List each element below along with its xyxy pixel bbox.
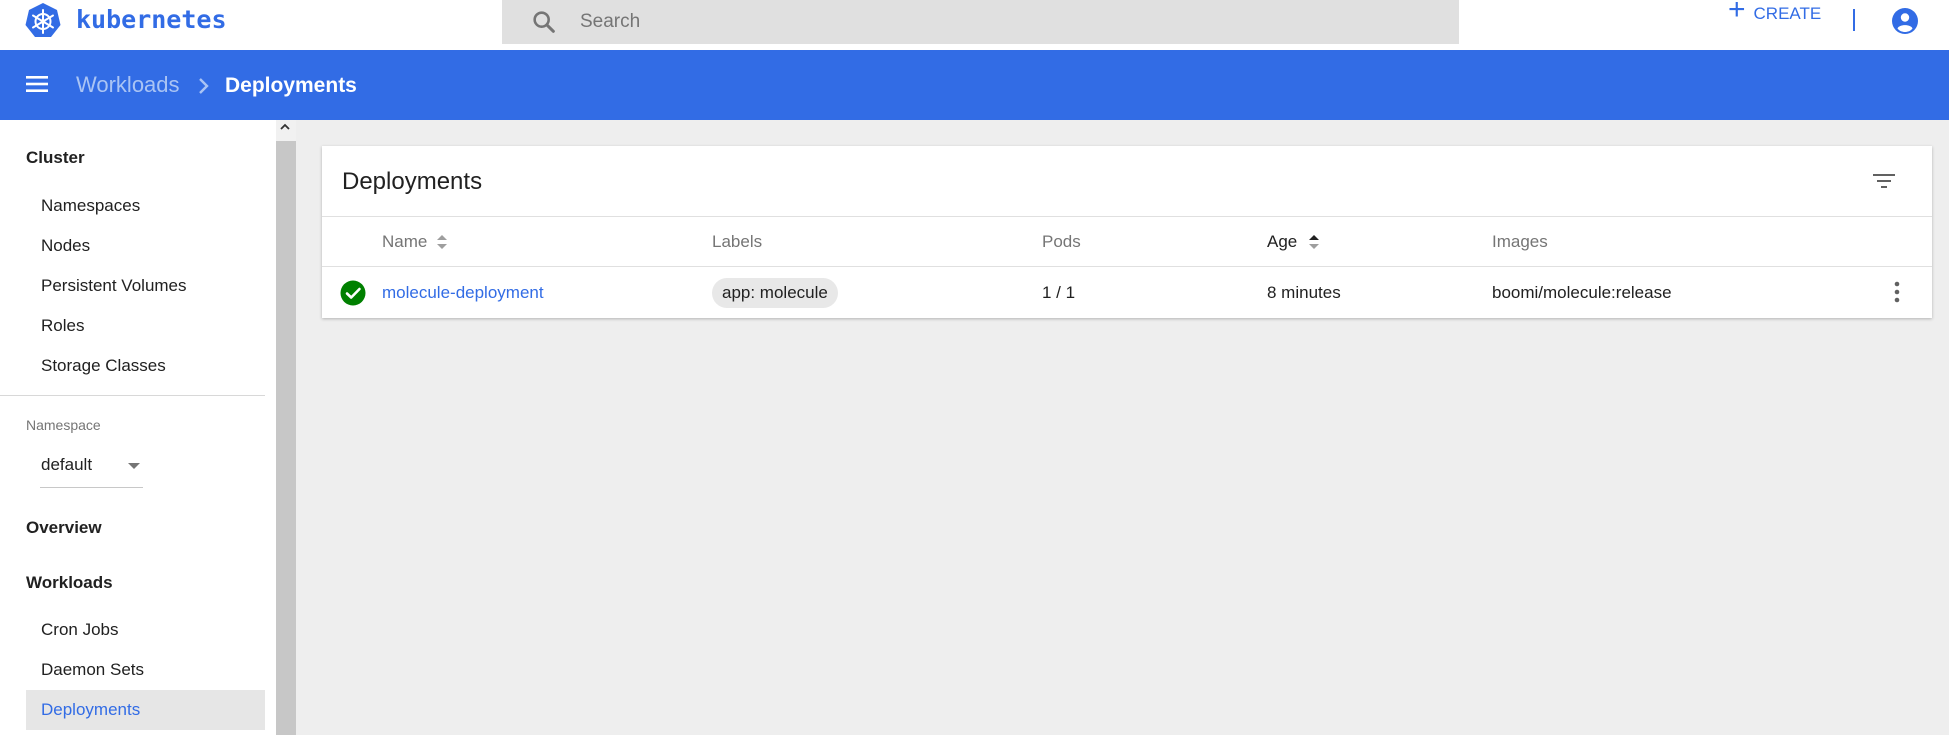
image-value: boomi/molecule:release: [1492, 283, 1672, 302]
top-bar: kubernetes + CREATE: [0, 0, 1949, 50]
row-divider: [322, 266, 1932, 267]
age-value: 8 minutes: [1267, 283, 1341, 302]
column-header-name[interactable]: Name: [382, 232, 427, 252]
logo[interactable]: kubernetes: [24, 2, 227, 40]
sidebar-section-cluster[interactable]: Cluster: [26, 148, 85, 168]
namespace-label: Namespace: [26, 417, 101, 433]
card-title: Deployments: [342, 168, 483, 195]
account-circle-icon[interactable]: [1891, 7, 1919, 35]
chevron-right-icon: [199, 78, 209, 94]
sort-icon[interactable]: [436, 233, 448, 251]
chevron-up-icon[interactable]: [279, 122, 291, 132]
sidebar-item-storage-classes[interactable]: Storage Classes: [41, 356, 166, 376]
toolbar-divider: [1853, 9, 1855, 31]
namespace-select[interactable]: default: [40, 442, 143, 488]
create-label: CREATE: [1753, 4, 1822, 23]
pods-value: 1 / 1: [1042, 283, 1076, 302]
column-header-pods: Pods: [1042, 232, 1081, 251]
plus-icon: +: [1728, 0, 1746, 26]
breadcrumb-workloads[interactable]: Workloads: [76, 72, 180, 98]
breadcrumb-current: Deployments: [225, 74, 357, 97]
search-bar[interactable]: [502, 0, 1459, 44]
search-input[interactable]: [578, 0, 1438, 44]
namespace-value: default: [41, 455, 93, 474]
column-header-age[interactable]: Age: [1267, 232, 1297, 252]
column-header-images: Images: [1492, 232, 1548, 251]
sidebar-item-daemon-sets[interactable]: Daemon Sets: [41, 660, 144, 680]
sort-icon[interactable]: [1308, 233, 1320, 251]
deployment-name-link[interactable]: molecule-deployment: [382, 283, 544, 303]
arrow-drop-down-icon: [128, 463, 140, 469]
sidebar-divider: [0, 395, 265, 396]
more-vert-icon[interactable]: [1893, 280, 1901, 304]
sidebar-item-cron-jobs[interactable]: Cron Jobs: [41, 620, 118, 640]
sidebar-item-nodes[interactable]: Nodes: [41, 236, 90, 256]
label-chip[interactable]: app: molecule: [712, 278, 838, 308]
sidebar-item-persistent-volumes[interactable]: Persistent Volumes: [41, 276, 187, 296]
search-icon: [533, 11, 555, 33]
page-header: Workloads Deployments: [0, 50, 1949, 120]
brand-name: kubernetes: [76, 4, 227, 34]
check-circle-icon: [340, 280, 366, 306]
sidebar-item-deployments[interactable]: Deployments: [41, 700, 140, 720]
column-header-labels: Labels: [712, 232, 763, 251]
create-button[interactable]: + CREATE: [1728, 0, 1822, 25]
header-divider: [322, 216, 1932, 217]
filter-icon[interactable]: [1872, 172, 1896, 190]
kubernetes-logo-icon: [25, 3, 61, 37]
sidebar-item-overview[interactable]: Overview: [26, 518, 102, 538]
sidebar-section-workloads[interactable]: Workloads: [26, 573, 113, 593]
sidebar-item-roles[interactable]: Roles: [41, 316, 84, 336]
menu-icon[interactable]: [24, 74, 50, 94]
sidebar-scrollbar-thumb[interactable]: [276, 141, 296, 735]
sidebar: Cluster Namespaces Nodes Persistent Volu…: [0, 120, 276, 735]
deployments-card: Deployments Name Labels Pods Age Images …: [322, 146, 1932, 318]
sidebar-item-namespaces[interactable]: Namespaces: [41, 196, 140, 216]
